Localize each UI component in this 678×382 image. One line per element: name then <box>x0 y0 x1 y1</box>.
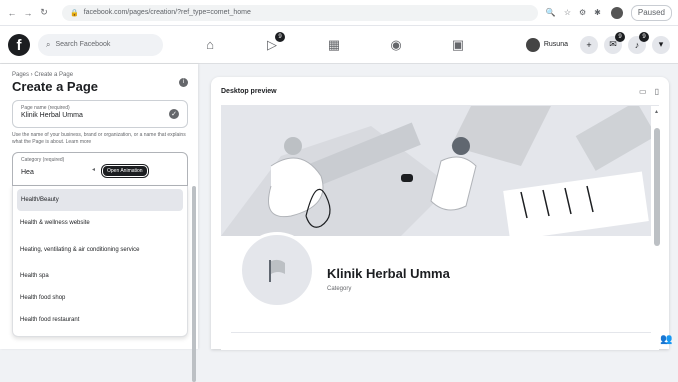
notifications-badge: 9 <box>639 31 649 42</box>
url-text: facebook.com/pages/creation/?ref_type=co… <box>83 9 251 16</box>
check-icon: ✓ <box>169 109 179 119</box>
search-placeholder: Search Facebook <box>55 41 111 48</box>
scroll-up-icon[interactable]: ▴ <box>655 108 658 115</box>
desktop-icon[interactable]: ▭ <box>639 87 647 96</box>
account-button[interactable]: ▾ <box>652 35 670 54</box>
category-option[interactable]: Health food shop <box>13 287 187 309</box>
avatar <box>525 37 540 52</box>
home-icon: ⌂ <box>206 37 214 52</box>
page-name-field[interactable]: Page name (required) Klinik Herbal Umma … <box>12 100 188 128</box>
lock-icon: 🔒 <box>70 9 79 17</box>
address-bar[interactable]: 🔒 facebook.com/pages/creation/?ref_type=… <box>62 4 538 21</box>
bell-icon: ♪ <box>634 39 640 50</box>
left-scrollbar[interactable] <box>192 186 196 382</box>
extensions-puzzle-icon[interactable]: ✱ <box>594 8 601 17</box>
gaming-icon: ▣ <box>451 36 465 52</box>
category-field[interactable]: Category (required) Hea <box>12 152 188 186</box>
marketplace-icon: ▦ <box>327 36 341 52</box>
create-page-panel: Pages › Create a Page Create a Page i Pa… <box>0 64 198 382</box>
menu-button[interactable]: + <box>580 35 598 54</box>
preview-page-name: Klinik Herbal Umma <box>327 266 450 281</box>
page-name-hint: Use the name of your business, brand or … <box>12 132 186 145</box>
category-option[interactable]: Health spa <box>13 265 187 287</box>
plus-icon: + <box>586 39 592 50</box>
tab-marketplace[interactable]: ▦ <box>303 26 365 64</box>
zoom-icon[interactable]: 🔍 <box>546 8 556 17</box>
watch-badge: 9 <box>275 31 285 42</box>
chevron-down-icon: ▾ <box>658 39 664 49</box>
page-name-value: Klinik Herbal Umma <box>21 112 83 119</box>
facebook-header: f ⌕ Search Facebook ⌂ ▷ 9 ▦ ◉ ▣ Rusuna +… <box>0 26 678 64</box>
tab-watch[interactable]: ▷ 9 <box>241 26 303 64</box>
category-value: Hea <box>21 169 34 176</box>
browser-toolbar: ← → ↻ 🔒 facebook.com/pages/creation/?ref… <box>0 0 678 26</box>
page-title: Create a Page <box>12 79 98 94</box>
tab-gaming[interactable]: ▣ <box>427 26 489 64</box>
search-icon: ⌕ <box>46 39 51 49</box>
page-avatar <box>239 232 315 308</box>
search-input[interactable]: ⌕ Search Facebook <box>38 33 163 56</box>
messenger-button[interactable]: ✉ 9 <box>604 31 625 54</box>
cursor-icon: ◂ <box>92 167 96 173</box>
people-icon[interactable]: 👥 <box>660 334 672 345</box>
profile-button[interactable]: Rusuna <box>524 34 574 56</box>
tab-home[interactable]: ⌂ <box>179 26 241 64</box>
page-name-label: Page name (required) <box>21 105 70 111</box>
category-option[interactable]: Health/Beauty <box>17 189 183 211</box>
notifications-button[interactable]: ♪ 9 <box>628 31 649 54</box>
bookmark-star-icon[interactable]: ☆ <box>564 8 571 17</box>
cover-illustration <box>221 106 651 236</box>
category-option[interactable]: Health & wellness website <box>13 211 187 235</box>
extension-icon[interactable]: ⚙ <box>579 8 586 17</box>
info-icon[interactable]: i <box>179 77 188 87</box>
desktop-preview-panel: Desktop preview ▭ ▯ Klinik Herbal Umma C… <box>211 77 669 350</box>
back-icon[interactable]: ← <box>6 7 18 19</box>
mobile-icon[interactable]: ▯ <box>655 87 659 96</box>
flag-icon <box>269 259 285 282</box>
category-dropdown: Health/Beauty Health & wellness website … <box>12 186 188 337</box>
forward-icon[interactable]: → <box>22 7 34 19</box>
groups-icon: ◉ <box>390 36 402 52</box>
facebook-logo[interactable]: f <box>8 33 30 56</box>
tab-groups[interactable]: ◉ <box>365 26 427 64</box>
preview-scrollbar[interactable] <box>654 128 660 246</box>
category-option[interactable]: Health food restaurant <box>13 309 187 331</box>
messenger-badge: 9 <box>615 31 625 42</box>
preview-title: Desktop preview <box>221 87 277 95</box>
tooltip: Open Animation <box>102 165 148 177</box>
main-nav: ⌂ ▷ 9 ▦ ◉ ▣ <box>179 26 489 64</box>
browser-profile-avatar[interactable] <box>610 6 623 19</box>
category-option[interactable]: Heating, ventilating & air conditioning … <box>13 235 187 265</box>
cover-art <box>221 106 651 236</box>
category-label: Category (required) <box>21 157 65 163</box>
divider <box>231 332 651 333</box>
paused-button[interactable]: Paused <box>630 4 672 21</box>
profile-name: Rusuna <box>543 41 568 48</box>
reload-icon[interactable]: ↻ <box>38 7 50 19</box>
preview-page-category: Category <box>327 286 352 292</box>
page-preview: Klinik Herbal Umma Category <box>221 105 659 350</box>
